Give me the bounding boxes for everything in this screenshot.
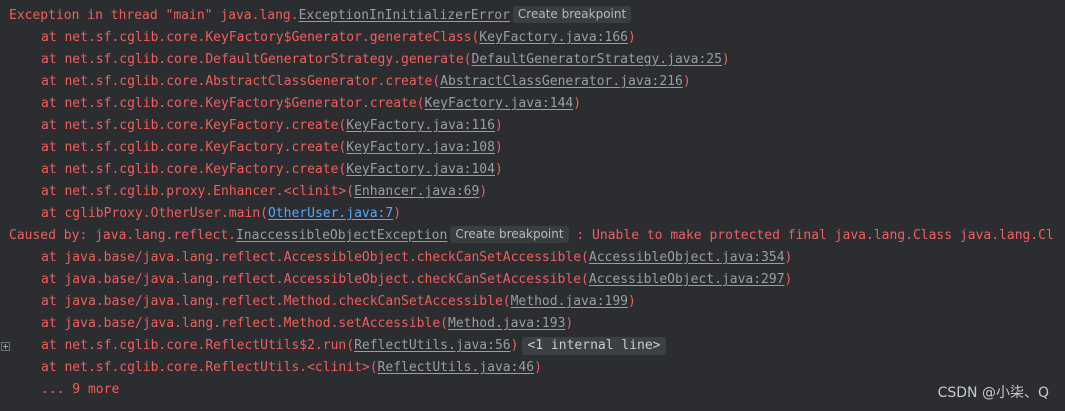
stack-frame-line: at java.base/java.lang.reflect.Accessibl…: [0, 247, 792, 269]
stack-frame-line: ... 9 more: [0, 379, 119, 401]
source-file-link[interactable]: ReflectUtils.java:56: [354, 338, 511, 353]
line-suffix: ): [784, 250, 793, 265]
exception-class-link[interactable]: ExceptionInInitializerError: [299, 8, 510, 23]
create-breakpoint-button[interactable]: Create breakpoint: [512, 6, 632, 23]
source-file-link[interactable]: Method.java:199: [511, 294, 628, 309]
stack-frame-line: at net.sf.cglib.core.KeyFactory$Generato…: [0, 27, 636, 49]
line-suffix: ): [784, 272, 793, 287]
line-suffix: ): [628, 294, 636, 309]
line-text: at net.sf.cglib.core.KeyFactory$Generato…: [41, 96, 425, 111]
source-file-link[interactable]: DefaultGeneratorStrategy.java:25: [471, 52, 721, 67]
line-text: at net.sf.cglib.core.KeyFactory.create(: [41, 118, 347, 133]
source-file-link[interactable]: KeyFactory.java:108: [346, 140, 495, 155]
line-suffix: ): [494, 140, 503, 155]
line-text: at net.sf.cglib.core.KeyFactory$Generato…: [41, 30, 480, 45]
line-text: at java.base/java.lang.reflect.Method.se…: [41, 316, 448, 331]
stack-frame-line: at net.sf.cglib.core.AbstractClassGenera…: [0, 71, 691, 93]
stack-frame-line: at net.sf.cglib.core.KeyFactory$Generato…: [0, 93, 581, 115]
line-suffix: ): [682, 74, 691, 89]
line-suffix: ): [510, 338, 519, 353]
stack-frame-line: at java.base/java.lang.reflect.Accessibl…: [0, 269, 792, 291]
line-text: at net.sf.cglib.core.KeyFactory.create(: [41, 162, 347, 177]
line-text: at java.base/java.lang.reflect.Accessibl…: [41, 272, 589, 287]
line-suffix: ): [565, 316, 574, 331]
expand-icon[interactable]: [1, 342, 10, 351]
stack-frame-line: at net.sf.cglib.core.DefaultGeneratorStr…: [0, 49, 730, 71]
source-file-link[interactable]: AccessibleObject.java:354: [589, 250, 785, 265]
line-text: at net.sf.cglib.proxy.Enhancer.<clinit>(: [41, 184, 355, 199]
line-suffix: ): [534, 360, 542, 375]
console-output: Exception in thread "main" java.lang.Exc…: [0, 5, 1065, 411]
source-file-link[interactable]: KeyFactory.java:116: [346, 118, 495, 133]
line-text: at net.sf.cglib.core.DefaultGeneratorStr…: [41, 52, 472, 67]
source-file-link[interactable]: KeyFactory.java:104: [346, 162, 495, 177]
source-file-link[interactable]: KeyFactory.java:166: [479, 30, 628, 45]
source-file-link[interactable]: KeyFactory.java:144: [425, 96, 574, 111]
watermark: CSDN @小柒、Q: [937, 385, 1049, 401]
line-suffix: ): [494, 162, 503, 177]
line-text: ... 9 more: [41, 382, 120, 397]
internal-lines-fold[interactable]: <1 internal line>: [522, 337, 666, 355]
line-text: at java.base/java.lang.reflect.Accessibl…: [41, 250, 589, 265]
source-file-link[interactable]: ReflectUtils.java:46: [378, 360, 535, 375]
exception-class-link[interactable]: InaccessibleObjectException: [236, 228, 447, 243]
stack-frame-line: at net.sf.cglib.core.KeyFactory.create(K…: [0, 137, 503, 159]
exception-header-line: Exception in thread "main" java.lang.Exc…: [0, 5, 632, 27]
line-suffix: ): [721, 52, 730, 67]
line-suffix: : Unable to make protected final java.la…: [568, 228, 1054, 243]
line-text: at cglibProxy.OtherUser.main(: [41, 206, 268, 221]
line-text: Caused by: java.lang.reflect.: [9, 228, 236, 243]
create-breakpoint-button[interactable]: Create breakpoint: [450, 226, 569, 243]
source-file-link[interactable]: AccessibleObject.java:297: [589, 272, 785, 287]
line-text: at java.base/java.lang.reflect.Method.ch…: [41, 294, 511, 309]
line-suffix: ): [479, 184, 488, 199]
stack-frame-line: at net.sf.cglib.core.KeyFactory.create(K…: [0, 115, 503, 137]
line-text: at net.sf.cglib.core.ReflectUtils$2.run(: [41, 338, 355, 353]
source-file-link[interactable]: OtherUser.java:7: [268, 206, 393, 221]
line-suffix: ): [628, 30, 636, 45]
stack-frame-line: at java.base/java.lang.reflect.Method.se…: [0, 313, 573, 335]
source-file-link[interactable]: AbstractClassGenerator.java:216: [440, 74, 683, 89]
line-suffix: ): [573, 96, 582, 111]
stack-frame-line: at cglibProxy.OtherUser.main(OtherUser.j…: [0, 203, 401, 225]
exception-header-line: Caused by: java.lang.reflect.Inaccessibl…: [0, 225, 1054, 247]
line-suffix: ): [494, 118, 503, 133]
line-text: at net.sf.cglib.core.ReflectUtils.<clini…: [41, 360, 378, 375]
stack-frame-line: at net.sf.cglib.core.KeyFactory.create(K…: [0, 159, 503, 181]
stack-frame-line: at net.sf.cglib.core.ReflectUtils.<clini…: [0, 357, 542, 379]
line-text: at net.sf.cglib.core.KeyFactory.create(: [41, 140, 347, 155]
source-file-link[interactable]: Method.java:193: [448, 316, 565, 331]
line-text: at net.sf.cglib.core.AbstractClassGenera…: [41, 74, 441, 89]
stack-frame-line: at java.base/java.lang.reflect.Method.ch…: [0, 291, 636, 313]
stack-frame-line: at net.sf.cglib.core.ReflectUtils$2.run(…: [0, 335, 666, 357]
stack-frame-line: at net.sf.cglib.proxy.Enhancer.<clinit>(…: [0, 181, 487, 203]
source-file-link[interactable]: Enhancer.java:69: [354, 184, 479, 199]
line-text: Exception in thread "main" java.lang.: [9, 8, 299, 23]
line-suffix: ): [393, 206, 402, 221]
